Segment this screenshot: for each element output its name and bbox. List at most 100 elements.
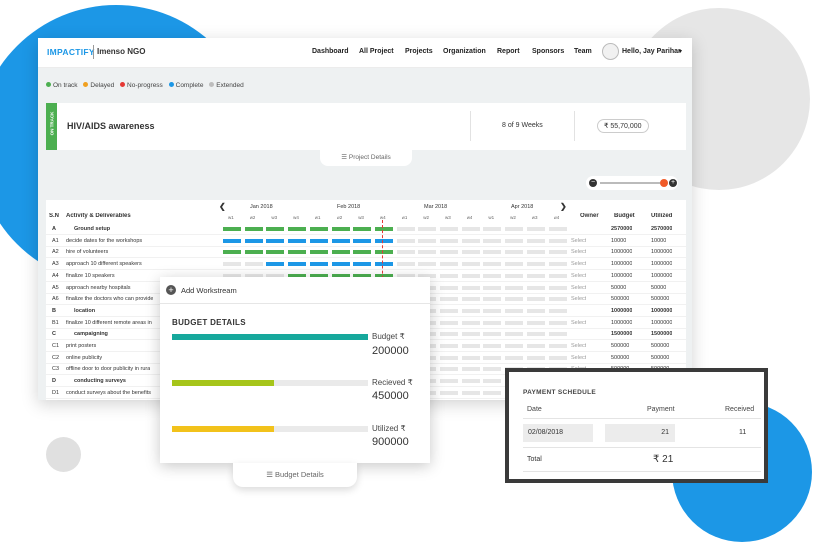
nav-team[interactable]: Team — [574, 48, 592, 55]
add-workstream-button[interactable]: + Add Workstream — [160, 277, 430, 304]
gantt-bar[interactable] — [505, 332, 524, 337]
gantt-bar[interactable] — [526, 285, 545, 290]
gantt-bar[interactable] — [505, 344, 524, 348]
row-activity[interactable]: approach 10 different speakers — [66, 261, 142, 267]
gantt-bar[interactable] — [483, 390, 502, 395]
zoom-in-icon[interactable]: + — [669, 179, 677, 187]
user-menu[interactable]: Hello, Jay Parihar — [622, 48, 681, 55]
zoom-out-icon[interactable]: − — [589, 179, 597, 187]
gantt-bar[interactable] — [526, 344, 545, 348]
gantt-bar[interactable] — [288, 250, 307, 255]
owner-select[interactable]: Select — [571, 296, 586, 302]
gantt-bar[interactable] — [244, 238, 263, 243]
gantt-bar[interactable] — [505, 355, 524, 360]
gantt-bar[interactable] — [309, 227, 328, 231]
gantt-bar[interactable] — [440, 379, 458, 384]
gantt-bar[interactable] — [548, 262, 567, 267]
project-details-toggle[interactable]: ☰ Project Details — [320, 150, 412, 166]
gantt-bar[interactable] — [526, 273, 545, 278]
gantt-bar[interactable] — [440, 390, 458, 395]
gantt-bar[interactable] — [548, 250, 567, 255]
gantt-bar[interactable] — [526, 238, 545, 243]
gantt-bar[interactable] — [223, 238, 241, 243]
owner-select[interactable]: Select — [571, 320, 586, 326]
gantt-bar[interactable] — [440, 250, 458, 255]
gantt-bar[interactable] — [548, 227, 567, 231]
gantt-bar[interactable] — [440, 297, 458, 302]
gantt-bar[interactable] — [526, 227, 545, 231]
gantt-bar[interactable] — [483, 250, 502, 255]
row-activity[interactable]: Ground setup — [74, 226, 110, 232]
gantt-bar[interactable] — [374, 250, 393, 255]
project-summary-card[interactable]: ON TRACK HIV/AIDS awareness 8 of 9 Weeks… — [46, 103, 686, 150]
gantt-bar[interactable] — [505, 320, 524, 325]
gantt-bar[interactable] — [483, 262, 502, 267]
gantt-bar[interactable] — [223, 262, 241, 267]
gantt-bar[interactable] — [331, 227, 350, 231]
gantt-bar[interactable] — [223, 227, 241, 231]
gantt-bar[interactable] — [548, 238, 567, 243]
gantt-bar[interactable] — [505, 308, 524, 313]
owner-select[interactable]: Select — [571, 261, 586, 267]
row-activity[interactable]: location — [74, 308, 95, 314]
row-activity[interactable]: hire of volunteers — [66, 249, 108, 255]
gantt-bar[interactable] — [266, 227, 285, 231]
gantt-bar[interactable] — [526, 250, 545, 255]
gantt-bar[interactable] — [526, 308, 545, 313]
gantt-bar[interactable] — [526, 320, 545, 325]
gantt-bar[interactable] — [548, 320, 567, 325]
row-activity[interactable]: offline door to door publicity in rura — [66, 366, 150, 372]
gantt-bar[interactable] — [461, 379, 480, 384]
gantt-bar[interactable] — [526, 355, 545, 360]
gantt-bar[interactable] — [483, 332, 502, 337]
gantt-bar[interactable] — [353, 262, 372, 267]
chevron-down-icon[interactable]: ▾ — [679, 48, 682, 55]
gantt-bar[interactable] — [440, 262, 458, 267]
gantt-bar[interactable] — [309, 250, 328, 255]
gantt-bar[interactable] — [244, 262, 263, 267]
gantt-bar[interactable] — [461, 320, 480, 325]
gantt-bar[interactable] — [331, 250, 350, 255]
nav-sponsors[interactable]: Sponsors — [532, 48, 564, 55]
slider-handle[interactable] — [660, 179, 668, 187]
gantt-bar[interactable] — [483, 308, 502, 313]
gantt-bar[interactable] — [396, 227, 415, 231]
owner-select[interactable]: Select — [571, 238, 586, 244]
gantt-bar[interactable] — [483, 379, 502, 384]
gantt-bar[interactable] — [440, 227, 458, 231]
add-workstream-label[interactable]: Add Workstream — [181, 286, 237, 295]
gantt-bar[interactable] — [548, 308, 567, 313]
gantt-bar[interactable] — [461, 297, 480, 302]
gantt-bar[interactable] — [288, 227, 307, 231]
timeline-prev-icon[interactable]: ❮ — [219, 202, 226, 211]
gantt-bar[interactable] — [461, 367, 480, 372]
gantt-bar[interactable] — [548, 332, 567, 337]
gantt-bar[interactable] — [461, 262, 480, 267]
owner-select[interactable]: Select — [571, 285, 586, 291]
gantt-bar[interactable] — [353, 250, 372, 255]
gantt-bar[interactable] — [505, 273, 524, 278]
payment-date-field[interactable]: 02/08/2018 — [523, 424, 593, 442]
payment-amount-field[interactable]: 21 — [605, 424, 675, 442]
nav-all-project[interactable]: All Project — [359, 48, 394, 55]
gantt-bar[interactable] — [548, 285, 567, 290]
row-activity[interactable]: online publicity — [66, 355, 102, 361]
gantt-bar[interactable] — [353, 238, 372, 243]
gantt-bar[interactable] — [440, 355, 458, 360]
row-activity[interactable]: conduct surveys about the benefits — [66, 390, 151, 396]
gantt-bar[interactable] — [483, 355, 502, 360]
gantt-bar[interactable] — [548, 273, 567, 278]
gantt-bar[interactable] — [418, 238, 437, 243]
budget-details-toggle[interactable]: ☰ Budget Details — [233, 463, 357, 487]
gantt-bar[interactable] — [548, 297, 567, 302]
row-activity[interactable]: print posters — [66, 343, 96, 349]
gantt-bar[interactable] — [309, 262, 328, 267]
gantt-bar[interactable] — [396, 238, 415, 243]
gantt-bar[interactable] — [353, 227, 372, 231]
row-activity[interactable]: finalize the doctors who can provide — [66, 296, 153, 302]
brand-logo[interactable]: IMPACTIFY — [47, 47, 95, 57]
gantt-bar[interactable] — [483, 367, 502, 372]
gantt-bar[interactable] — [244, 250, 263, 255]
gantt-bar[interactable] — [418, 250, 437, 255]
gantt-bar[interactable] — [526, 262, 545, 267]
